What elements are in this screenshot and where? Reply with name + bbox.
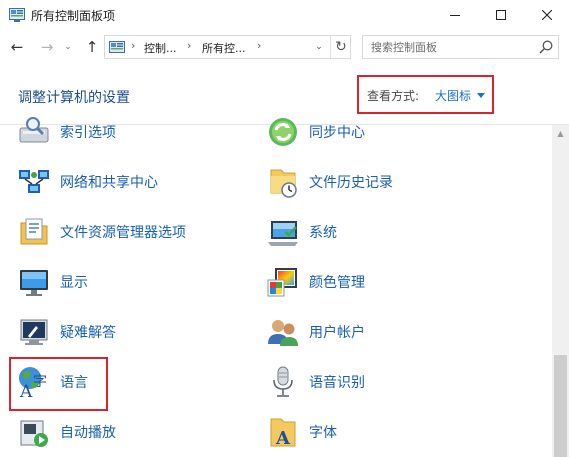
speech-recognition-icon (265, 364, 301, 400)
item-indexing-options[interactable]: 索引选项 (16, 112, 116, 152)
user-accounts-icon (265, 314, 301, 350)
item-label: 语音识别 (309, 375, 365, 391)
item-user-accounts[interactable]: 用户帐户 (265, 312, 365, 352)
close-button[interactable] (524, 0, 569, 30)
refresh-icon[interactable]: ↻ (330, 36, 351, 58)
scrollbar-thumb[interactable] (554, 355, 567, 457)
item-fonts[interactable]: A 字体 (265, 412, 337, 452)
page-title: 调整计算机的设置 (18, 90, 130, 106)
view-by-label: 查看方式: (367, 89, 420, 103)
item-speech-recognition[interactable]: 语音识别 (265, 362, 365, 402)
breadcrumb-separator-icon[interactable]: › (257, 39, 261, 52)
address-bar[interactable]: › 控制... › 所有控... › ⌄ ↻ (104, 35, 351, 59)
autoplay-icon (16, 414, 52, 450)
item-file-history[interactable]: 文件历史记录 (265, 162, 393, 202)
item-autoplay[interactable]: 自动播放 (16, 412, 116, 452)
item-label: 同步中心 (309, 125, 365, 141)
fonts-icon: A (265, 414, 301, 450)
title-bar: 所有控制面板项 (0, 0, 569, 30)
item-network-sharing-center[interactable]: 网络和共享中心 (16, 162, 158, 202)
file-history-icon (265, 164, 301, 200)
item-label: 系统 (309, 225, 337, 241)
item-troubleshooting[interactable]: 疑难解答 (16, 312, 116, 352)
color-management-icon (265, 264, 301, 300)
maximize-icon (496, 10, 506, 20)
item-label: 颜色管理 (309, 275, 365, 291)
up-arrow-icon[interactable]: ↑ (83, 38, 101, 56)
system-icon (265, 214, 301, 250)
item-label: 字体 (309, 425, 337, 441)
minimize-icon (450, 15, 460, 16)
window-title: 所有控制面板项 (31, 9, 116, 23)
maximize-button[interactable] (478, 0, 524, 30)
breadcrumb-separator-icon[interactable]: › (131, 39, 135, 52)
search-box (362, 35, 559, 59)
item-label: 疑难解答 (60, 325, 116, 341)
item-label: 显示 (60, 275, 88, 291)
item-label: 文件历史记录 (309, 175, 393, 191)
svg-text:A: A (275, 428, 291, 449)
view-by-dropdown[interactable]: 大图标 (435, 87, 471, 104)
control-panel-location-icon (109, 40, 125, 54)
display-icon (16, 264, 52, 300)
troubleshooting-icon (16, 314, 52, 350)
address-dropdown-icon[interactable]: ⌄ (309, 36, 329, 58)
breadcrumb-control-panel[interactable]: 控制... (144, 40, 177, 56)
breadcrumb-all-items[interactable]: 所有控... (202, 40, 246, 56)
back-arrow-icon[interactable]: ← (8, 38, 26, 56)
search-icon[interactable] (538, 39, 554, 55)
item-color-management[interactable]: 颜色管理 (265, 262, 365, 302)
navigation-bar: ← → ⌄ ↑ › 控制... › 所有控... › ⌄ ↻ (0, 30, 569, 64)
file-explorer-options-icon (16, 214, 52, 250)
network-sharing-center-icon (16, 164, 52, 200)
close-icon (542, 10, 552, 20)
scroll-up-arrow-icon[interactable]: ▲ (552, 125, 569, 142)
control-panel-app-icon (9, 7, 25, 22)
item-label: 网络和共享中心 (60, 175, 158, 191)
minimize-button[interactable] (432, 0, 478, 30)
recent-locations-chevron-icon[interactable]: ⌄ (62, 38, 74, 56)
forward-arrow-icon[interactable]: → (38, 38, 56, 56)
view-by-control: 查看方式: 大图标 (357, 75, 494, 114)
breadcrumb-separator-icon[interactable]: › (187, 39, 191, 52)
sync-center-icon (265, 114, 301, 150)
item-display[interactable]: 显示 (16, 262, 88, 302)
search-input[interactable] (363, 36, 533, 58)
item-system[interactable]: 系统 (265, 212, 337, 252)
item-file-explorer-options[interactable]: 文件资源管理器选项 (16, 212, 186, 252)
item-label: 文件资源管理器选项 (60, 225, 186, 241)
view-by-caret-icon[interactable] (477, 93, 485, 98)
item-sync-center[interactable]: 同步中心 (265, 112, 365, 152)
indexing-options-icon (16, 114, 52, 150)
language-highlight-box (9, 357, 108, 411)
item-label: 索引选项 (60, 125, 116, 141)
item-label: 自动播放 (60, 425, 116, 441)
item-label: 用户帐户 (309, 325, 365, 341)
